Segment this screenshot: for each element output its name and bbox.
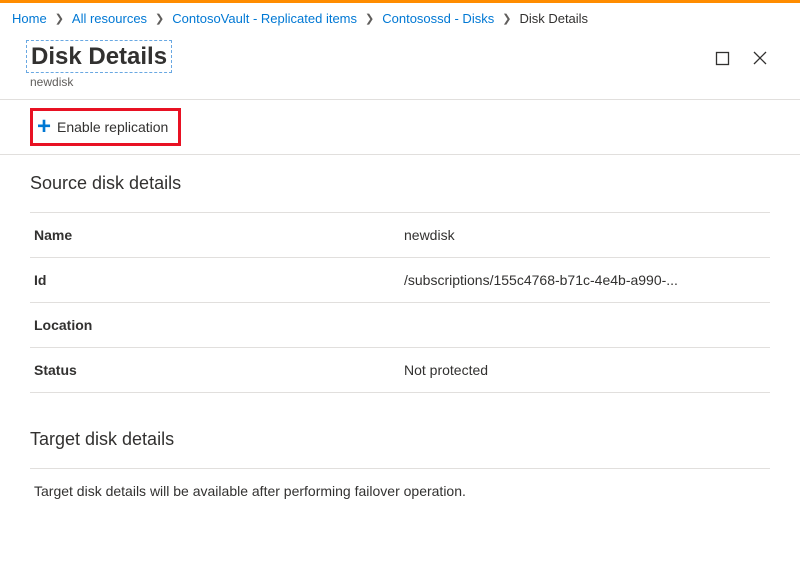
toolbar: + Enable replication — [0, 100, 800, 155]
page-subtitle: newdisk — [30, 75, 172, 89]
content: Source disk details Name newdisk Id /sub… — [0, 155, 800, 531]
location-label: Location — [30, 303, 400, 348]
table-row: Location — [30, 303, 770, 348]
name-value: newdisk — [400, 213, 770, 258]
enable-replication-label: Enable replication — [57, 119, 168, 135]
status-label: Status — [30, 348, 400, 393]
close-icon — [752, 50, 768, 66]
table-row: Id /subscriptions/155c4768-b71c-4e4b-a99… — [30, 258, 770, 303]
breadcrumb-home[interactable]: Home — [12, 11, 47, 26]
id-label: Id — [30, 258, 400, 303]
close-button[interactable] — [750, 48, 770, 71]
target-section-heading: Target disk details — [30, 429, 770, 450]
breadcrumb-vault[interactable]: ContosoVault - Replicated items — [172, 11, 357, 26]
chevron-right-icon: ❯ — [155, 12, 164, 25]
target-note: Target disk details will be available af… — [30, 468, 770, 513]
chevron-right-icon: ❯ — [55, 12, 64, 25]
table-row: Status Not protected — [30, 348, 770, 393]
source-section-heading: Source disk details — [30, 173, 770, 194]
square-icon — [715, 51, 730, 66]
id-value: /subscriptions/155c4768-b71c-4e4b-a990-.… — [400, 258, 770, 303]
status-value: Not protected — [400, 348, 770, 393]
name-label: Name — [30, 213, 400, 258]
table-row: Name newdisk — [30, 213, 770, 258]
enable-replication-button[interactable]: + Enable replication — [30, 108, 181, 146]
chevron-right-icon: ❯ — [365, 12, 374, 25]
plus-icon: + — [37, 115, 51, 139]
chevron-right-icon: ❯ — [502, 12, 511, 25]
location-value — [400, 303, 770, 348]
maximize-button[interactable] — [713, 49, 732, 71]
source-details-table: Name newdisk Id /subscriptions/155c4768-… — [30, 212, 770, 393]
page-header: Disk Details newdisk — [0, 34, 800, 100]
breadcrumb: Home ❯ All resources ❯ ContosoVault - Re… — [0, 3, 800, 34]
breadcrumb-all-resources[interactable]: All resources — [72, 11, 147, 26]
page-title: Disk Details — [26, 40, 172, 73]
breadcrumb-disks[interactable]: Contosossd - Disks — [382, 11, 494, 26]
breadcrumb-current: Disk Details — [519, 11, 588, 26]
